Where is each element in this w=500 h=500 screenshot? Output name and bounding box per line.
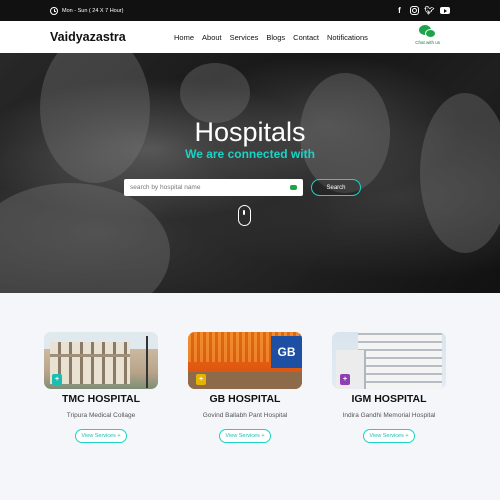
hero-title: Hospitals (194, 117, 306, 147)
hospital-search-box (124, 179, 303, 196)
search-button[interactable]: Search (311, 179, 361, 196)
nav-item-about[interactable]: About (202, 33, 222, 42)
clock-icon (50, 6, 58, 15)
nav-item-blogs[interactable]: Blogs (266, 33, 285, 42)
hero-banner: Hospitals We are connected with Search (0, 53, 500, 293)
youtube-icon[interactable] (440, 7, 450, 14)
hospital-search-input[interactable] (130, 184, 290, 191)
hero-subtitle: We are connected with (185, 147, 315, 161)
top-bar: Mon - Sun ( 24 X 7 Hour) f 🐦︎ (0, 0, 500, 21)
facebook-icon[interactable]: f (395, 6, 404, 15)
nav-item-contact[interactable]: Contact (293, 33, 319, 42)
view-services-button[interactable]: View Services + (363, 429, 415, 443)
instagram-icon[interactable] (410, 6, 419, 15)
hospital-full-name: Indira Gandhi Memorial Hospital (342, 412, 436, 419)
hospital-name: TMC HOSPITAL (62, 393, 140, 405)
brand-logo[interactable]: Vaidyazastra (50, 30, 174, 44)
social-links: f 🐦︎ (395, 6, 450, 15)
hospital-badge-icon: + (340, 374, 350, 385)
chat-label: Chat with us (415, 40, 440, 45)
chat-icon (418, 25, 437, 39)
gb-sign: GB (271, 336, 302, 368)
nav-item-services[interactable]: Services (230, 33, 259, 42)
working-hours: Mon - Sun ( 24 X 7 Hour) (50, 6, 124, 15)
hospital-card-igm: + IGM HOSPITAL Indira Gandhi Memorial Ho… (332, 332, 446, 443)
working-hours-text: Mon - Sun ( 24 X 7 Hour) (62, 7, 124, 14)
hospital-full-name: Tripura Medical Collage (66, 412, 136, 419)
hospital-badge-icon: + (196, 374, 206, 385)
hospital-image: + (332, 332, 446, 389)
chat-icon (290, 185, 297, 190)
hospital-card-gb: GB + GB HOSPITAL Govind Ballabh Pant Hos… (188, 332, 302, 443)
main-navbar: Vaidyazastra Home About Services Blogs C… (0, 21, 500, 53)
scroll-mouse-icon[interactable] (238, 205, 251, 226)
hospital-badge-icon: + (52, 374, 62, 385)
chat-button[interactable]: Chat with us (415, 25, 440, 45)
hospital-image: + (44, 332, 158, 389)
view-services-button[interactable]: View Services + (75, 429, 127, 443)
hospital-name: IGM HOSPITAL (351, 393, 427, 405)
twitter-icon[interactable]: 🐦︎ (424, 6, 434, 15)
hospital-full-name: Govind Ballabh Pant Hospital (202, 412, 288, 419)
hospital-image: GB + (188, 332, 302, 389)
hospital-card-tmc: + TMC HOSPITAL Tripura Medical Collage V… (44, 332, 158, 443)
hospital-name: GB HOSPITAL (209, 393, 281, 405)
view-services-button[interactable]: View Services + (219, 429, 271, 443)
nav-menu: Home About Services Blogs Contact Notifi… (174, 33, 368, 42)
nav-item-notifications[interactable]: Notifications (327, 33, 368, 42)
nav-item-home[interactable]: Home (174, 33, 194, 42)
